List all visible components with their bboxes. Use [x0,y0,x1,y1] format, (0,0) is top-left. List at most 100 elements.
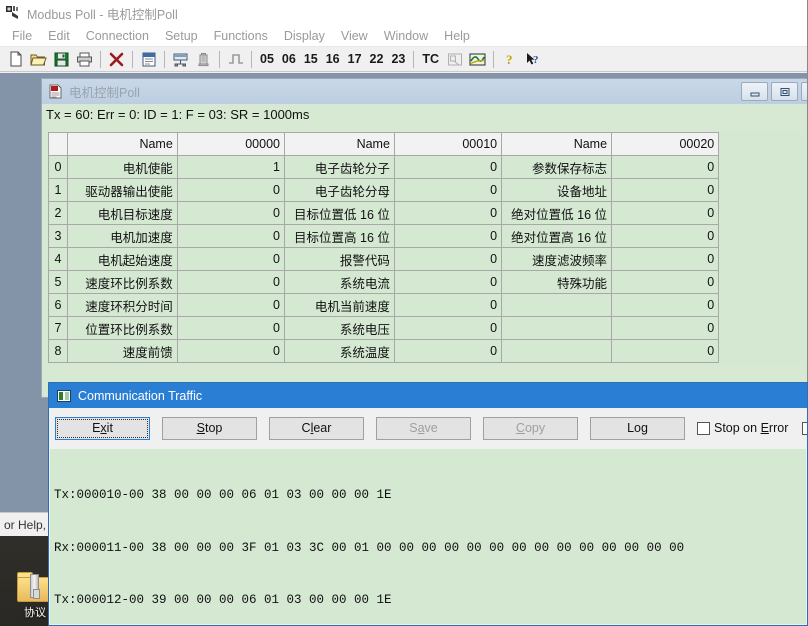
cell-name-3[interactable] [501,293,613,317]
close-button[interactable] [801,82,807,101]
cell-value-3[interactable]: 0 [611,293,720,317]
menu-setup[interactable]: Setup [157,27,206,45]
cell-name-1[interactable]: 速度环积分时间 [66,293,178,317]
cell-value-2[interactable]: 0 [393,201,503,225]
cell-value-2[interactable]: 0 [393,293,503,317]
cell-name-3[interactable] [501,316,613,340]
function-code-15[interactable]: 15 [300,52,322,66]
cell-value-2[interactable]: 0 [393,224,503,248]
table-row[interactable]: 4 电机起始速度 0 报警代码 0 速度滤波频率 0 [48,247,807,271]
menu-help[interactable]: Help [436,27,478,45]
table-row[interactable]: 0 电机使能 1 电子齿轮分子 0 参数保存标志 0 [48,155,807,179]
read-write-definition-icon[interactable] [169,48,192,70]
cell-value-3[interactable]: 0 [611,270,720,294]
copy-button[interactable]: Copy [483,416,578,440]
cell-name-2[interactable]: 目标位置高 16 位 [283,224,395,248]
cell-name-1[interactable]: 位置环比例系数 [66,316,178,340]
cell-name-3[interactable]: 绝对位置低 16 位 [501,201,613,225]
cell-value-1[interactable]: 0 [176,270,285,294]
cell-value-1[interactable]: 1 [176,155,285,179]
tc-button[interactable]: TC [418,52,443,66]
menu-window[interactable]: Window [376,27,436,45]
cell-value-1[interactable]: 0 [176,178,285,202]
menu-display[interactable]: Display [276,27,333,45]
cell-name-1[interactable]: 驱动器输出使能 [66,178,178,202]
cell-name-2[interactable]: 系统温度 [283,339,395,363]
cell-name-3[interactable]: 设备地址 [501,178,613,202]
cell-name-1[interactable]: 速度环比例系数 [66,270,178,294]
restore-button[interactable] [771,82,798,101]
grid-header-name-2[interactable]: Name [283,132,395,156]
cell-name-3[interactable] [501,339,613,363]
cell-value-1[interactable]: 0 [176,339,285,363]
disconnect-x-icon[interactable] [105,48,128,70]
cell-value-1[interactable]: 0 [176,201,285,225]
cell-value-1[interactable]: 0 [176,316,285,340]
stop-on-error-checkbox[interactable]: Stop on Error [697,421,788,435]
table-row[interactable]: 3 电机加速度 0 目标位置高 16 位 0 绝对位置高 16 位 0 [48,224,807,248]
cell-name-3[interactable]: 绝对位置高 16 位 [501,224,613,248]
cell-value-1-selected[interactable]: 0 [176,224,285,248]
function-code-16[interactable]: 16 [322,52,344,66]
cell-name-2[interactable]: 电机当前速度 [283,293,395,317]
cell-name-2[interactable]: 系统电流 [283,270,395,294]
cell-value-3[interactable]: 0 [611,247,720,271]
table-row[interactable]: 7 位置环比例系数 0 系统电压 0 0 [48,316,807,340]
save-icon[interactable] [50,48,73,70]
table-row[interactable]: 2 电机目标速度 0 目标位置低 16 位 0 绝对位置低 16 位 0 [48,201,807,225]
time-stamp-checkbox[interactable]: Time stamp [802,421,807,435]
cell-name-2[interactable]: 电子齿轮分子 [283,155,395,179]
cell-name-1[interactable]: 电机使能 [66,155,178,179]
minimize-button[interactable] [741,82,768,101]
cell-value-3[interactable]: 0 [611,224,720,248]
menu-functions[interactable]: Functions [206,27,276,45]
cell-name-2[interactable]: 目标位置低 16 位 [283,201,395,225]
table-row[interactable]: 1 驱动器输出使能 0 电子齿轮分母 0 设备地址 0 [48,178,807,202]
table-row[interactable]: 6 速度环积分时间 0 电机当前速度 0 0 [48,293,807,317]
cell-value-3[interactable]: 0 [611,339,720,363]
cell-value-3[interactable]: 0 [611,316,720,340]
stop-button[interactable]: Stop [162,416,257,440]
cell-name-3[interactable]: 速度滤波频率 [501,247,613,271]
save-button[interactable]: Save [376,416,471,440]
grid-header-name-1[interactable]: Name [66,132,178,156]
cell-name-3[interactable]: 特殊功能 [501,270,613,294]
window-properties-icon[interactable] [137,48,160,70]
menu-edit[interactable]: Edit [40,27,78,45]
print-icon[interactable] [73,48,96,70]
cell-name-1[interactable]: 电机起始速度 [66,247,178,271]
cell-name-2[interactable]: 报警代码 [283,247,395,271]
cell-name-1[interactable]: 电机目标速度 [66,201,178,225]
table-row[interactable]: 5 速度环比例系数 0 系统电流 0 特殊功能 0 [48,270,807,294]
function-code-23[interactable]: 23 [387,52,409,66]
communication-traffic-icon[interactable] [443,48,466,70]
open-folder-icon[interactable] [27,48,50,70]
new-document-icon[interactable] [4,48,27,70]
cell-value-2[interactable]: 0 [393,270,503,294]
register-grid[interactable]: Name 00000 Name 00010 Name 00020 0 电机使能 … [48,132,807,363]
chart-graph-icon[interactable] [466,48,489,70]
menu-connection[interactable]: Connection [78,27,157,45]
cell-name-1[interactable]: 速度前馈 [66,339,178,363]
cell-name-2[interactable]: 系统电压 [283,316,395,340]
cell-value-2[interactable]: 0 [393,178,503,202]
cell-name-2[interactable]: 电子齿轮分母 [283,178,395,202]
grid-header-name-3[interactable]: Name [501,132,613,156]
function-code-17[interactable]: 17 [344,52,366,66]
traffic-log-area[interactable]: Tx:000010-00 38 00 00 00 06 01 03 00 00 … [50,449,806,624]
cell-name-3[interactable]: 参数保存标志 [501,155,613,179]
poll-definition-icon[interactable] [192,48,215,70]
cell-value-1[interactable]: 0 [176,247,285,271]
cell-value-3[interactable]: 0 [611,178,720,202]
cell-value-3[interactable]: 0 [611,201,720,225]
cell-value-2[interactable]: 0 [393,339,503,363]
grid-header-00010[interactable]: 00010 [393,132,503,156]
function-code-22[interactable]: 22 [366,52,388,66]
menu-view[interactable]: View [333,27,376,45]
clear-button[interactable]: Clear [269,416,364,440]
help-question-icon[interactable]: ? [498,48,521,70]
menu-file[interactable]: File [4,27,40,45]
log-button[interactable]: Log [590,416,685,440]
cell-value-1[interactable]: 0 [176,293,285,317]
cell-value-2[interactable]: 0 [393,316,503,340]
